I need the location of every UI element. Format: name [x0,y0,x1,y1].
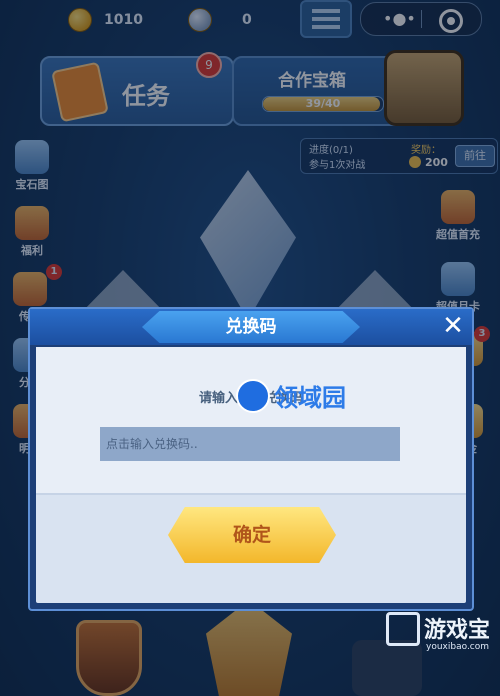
dialog-title: 兑换码 [225,317,277,337]
dialog-title-tab: 兑换码 [142,311,360,343]
close-icon[interactable]: ✕ [440,313,466,339]
gamepad-icon [386,612,420,646]
dialog-header: 兑换码 ✕ [30,309,472,345]
redeem-code-input[interactable] [100,427,400,461]
watermark-logo-icon [236,378,270,413]
input-panel: 请输入礼包兑换码 [36,347,466,495]
overlay-watermark: 领域园 [236,378,346,413]
site-watermark-name: 游戏宝 [424,618,491,643]
site-watermark-url: youxibao.com [426,642,490,652]
confirm-button[interactable]: 确定 [168,507,336,563]
redeem-code-dialog: 兑换码 ✕ 请输入礼包兑换码 确定 [28,307,474,611]
